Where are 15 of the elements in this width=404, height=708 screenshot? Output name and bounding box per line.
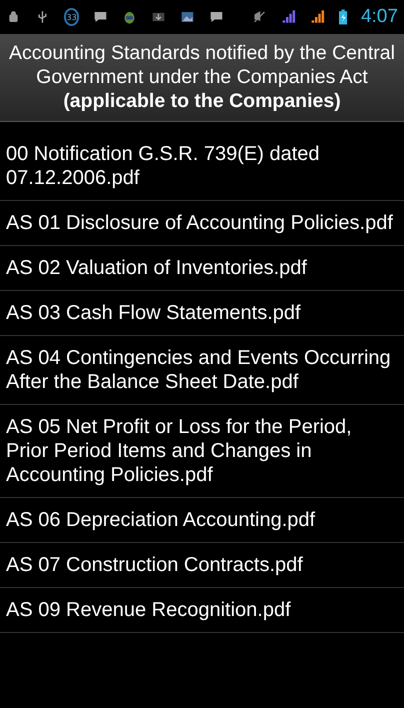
signal-icon (310, 8, 325, 26)
file-list-item[interactable]: AS 07 Construction Contracts.pdf (0, 543, 404, 588)
notification-count: 33 (64, 8, 80, 26)
file-list-item[interactable]: AS 05 Net Profit or Loss for the Period, Prior Period Items and Changes in Accounting Policies.pdf (0, 405, 404, 498)
battery-icon (338, 8, 347, 26)
file-list-item[interactable]: 00 Notification G.S.R. 739(E) dated 07.12.2006.pdf (0, 132, 404, 201)
clock-time: 4:07 (360, 6, 398, 28)
file-list-item[interactable]: AS 01 Disclosure of Accounting Policies.pdf (0, 201, 404, 246)
file-list-item[interactable]: AS 06 Depreciation Accounting.pdf (0, 498, 404, 543)
file-list-item[interactable]: AS 04 Contingencies and Events Occurring After the Balance Sheet Date.pdf (0, 336, 404, 405)
page-title: Accounting Standards notified by the Central Government under the Companies Act (applicable to the Companies) (8, 41, 396, 113)
file-list-item[interactable]: AS 09 Revenue Recognition.pdf (0, 588, 404, 633)
file-list-item[interactable]: AS 02 Valuation of Inventories.pdf (0, 246, 404, 291)
signal-icon (280, 8, 296, 26)
file-list-item[interactable]: AS 03 Cash Flow Statements.pdf (0, 291, 404, 336)
